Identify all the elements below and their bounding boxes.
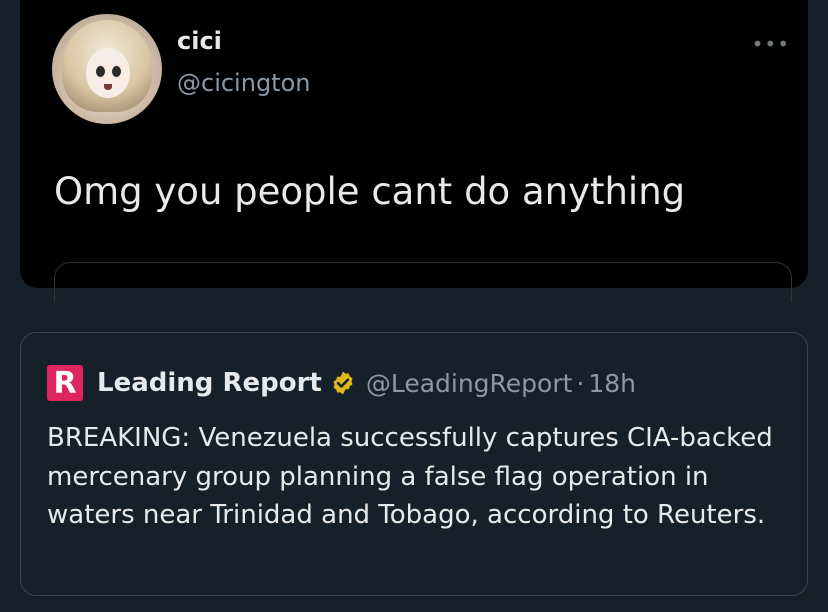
main-tweet[interactable]: cici @cicington ••• Omg you people cant … [20, 0, 808, 302]
leading-report-logo-icon[interactable]: R [47, 365, 83, 401]
timeline: cici @cicington ••• Omg you people cant … [0, 0, 828, 612]
avatar-eye-right [112, 66, 121, 77]
quoted-author-handle[interactable]: @LeadingReport [366, 369, 573, 398]
author-handle[interactable]: @cicington [177, 69, 310, 97]
embedded-card-edge[interactable] [54, 262, 792, 302]
author-display-name[interactable]: cici [177, 27, 222, 55]
avatar[interactable] [52, 14, 162, 124]
separator-dot: · [576, 368, 585, 398]
tweet-text: Omg you people cant do anything [54, 170, 686, 213]
more-horizontal-icon[interactable]: ••• [752, 34, 790, 54]
quoted-tweet-header: R Leading Report @LeadingReport · 18h [47, 365, 636, 401]
avatar-face [86, 48, 130, 98]
avatar-eye-left [96, 66, 105, 77]
quoted-timestamp[interactable]: 18h [588, 369, 636, 398]
quoted-tweet-text: BREAKING: Venezuela successfully capture… [47, 423, 773, 530]
quoted-tweet-card[interactable]: R Leading Report @LeadingReport · 18h BR… [20, 332, 808, 596]
avatar-mouth [104, 84, 112, 90]
quoted-author-name[interactable]: Leading Report [97, 368, 322, 398]
verified-badge-icon [333, 371, 353, 395]
